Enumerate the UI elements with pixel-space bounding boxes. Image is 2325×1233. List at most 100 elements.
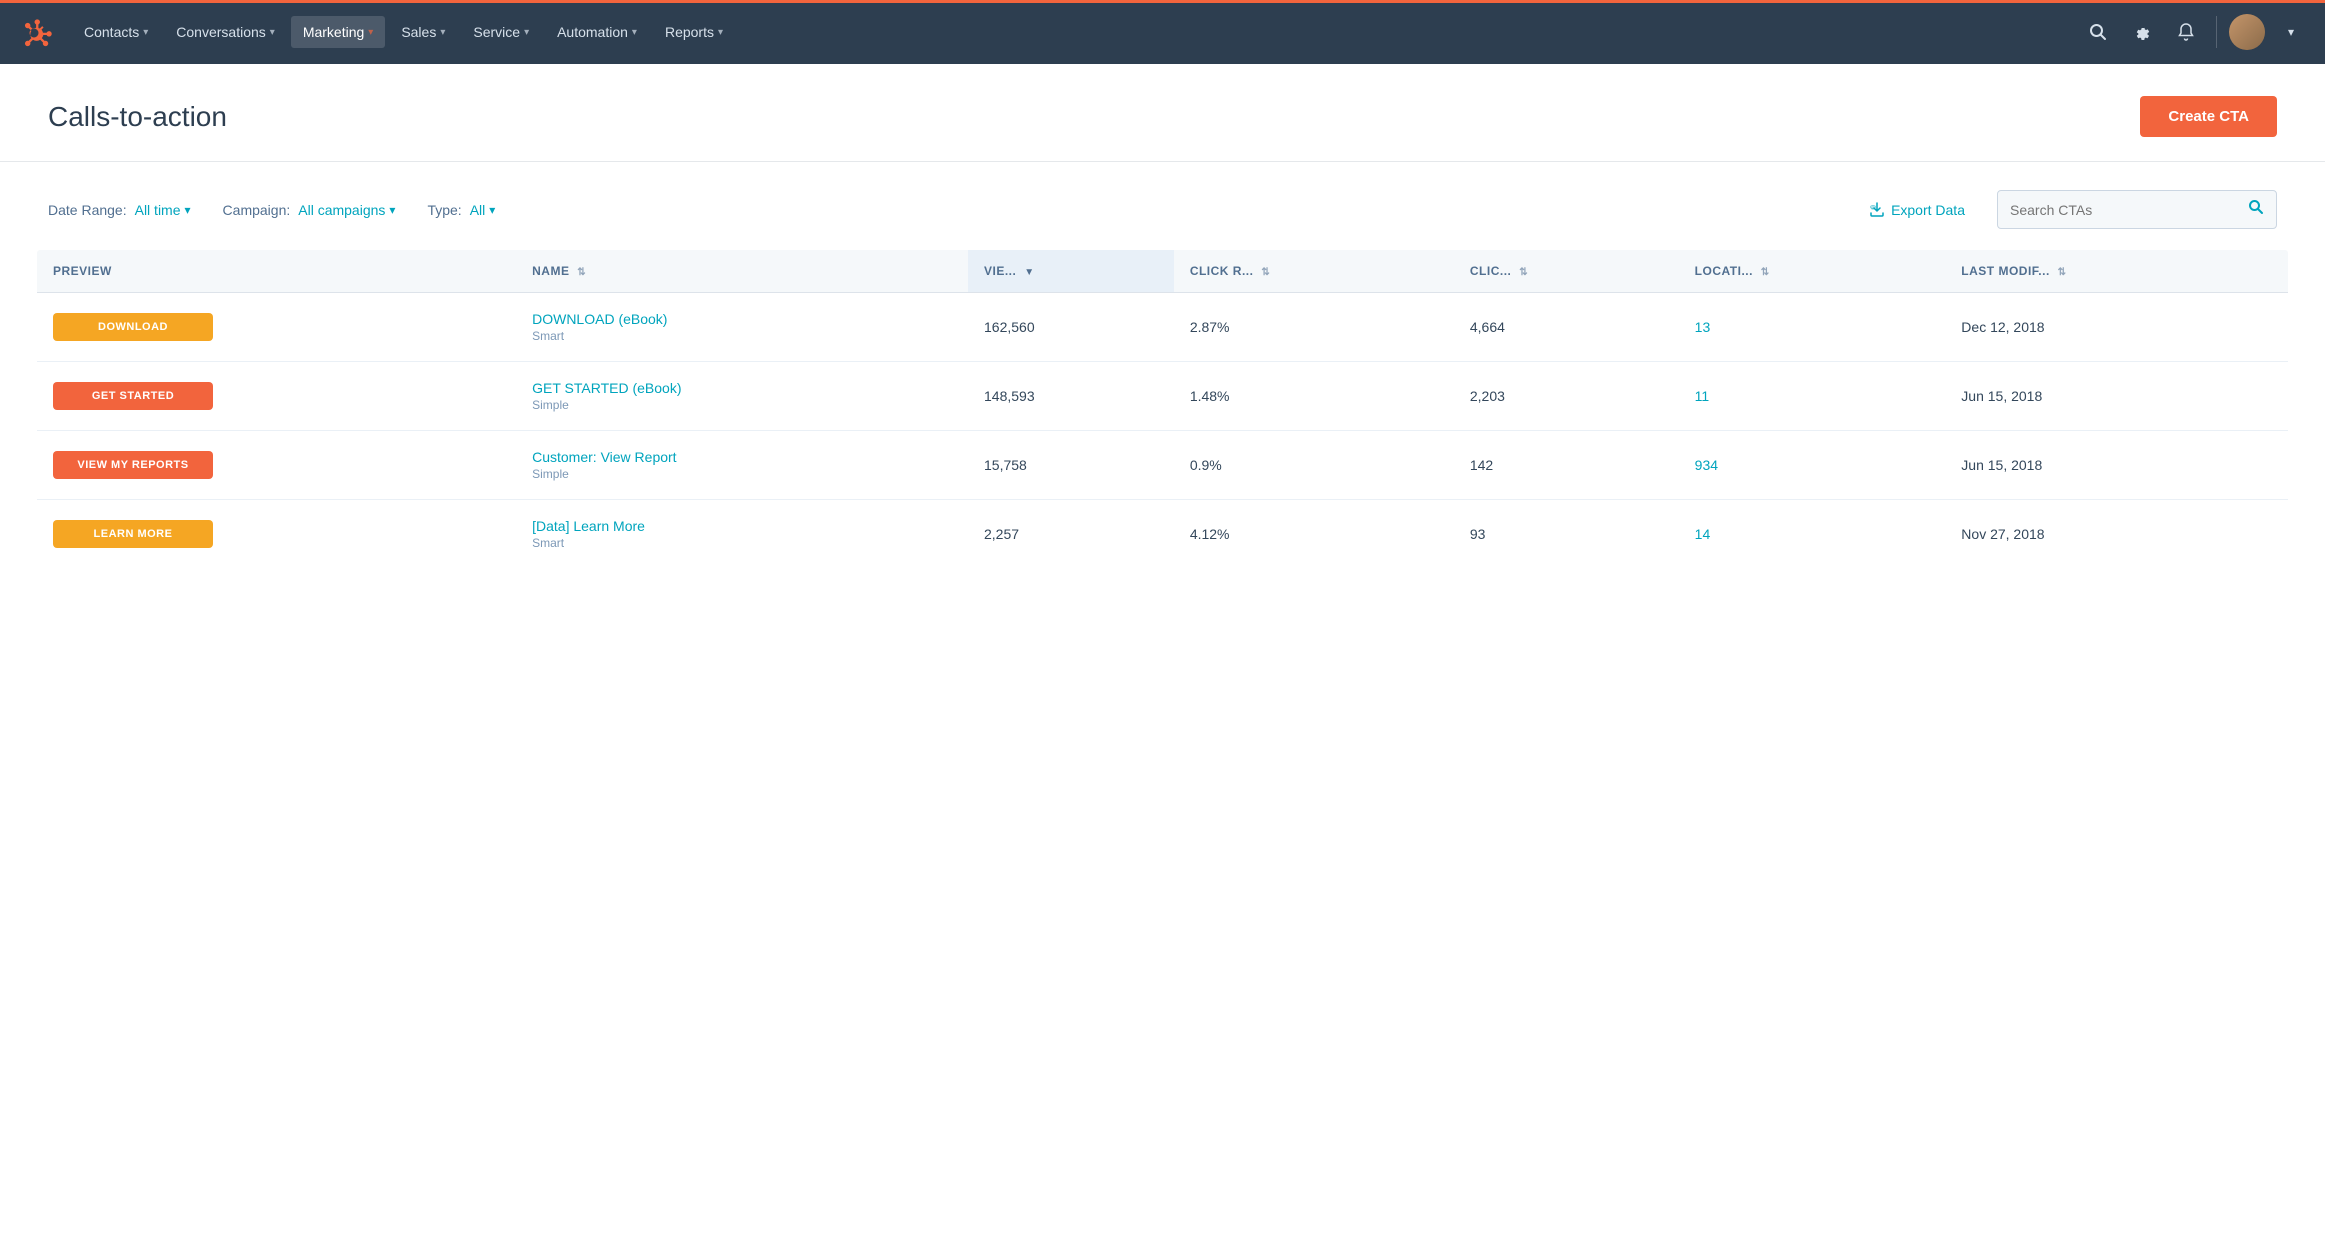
location-count[interactable]: 934	[1695, 457, 1718, 473]
table-row: DOWNLOAD DOWNLOAD (eBook) Smart 162,560 …	[37, 293, 2289, 362]
campaign-value: All campaigns	[298, 202, 385, 218]
avatar-image	[2229, 14, 2265, 50]
views-value: 148,593	[984, 388, 1035, 404]
nav-label-sales: Sales	[401, 24, 436, 40]
cta-name-link[interactable]: Customer: View Report	[532, 449, 952, 465]
col-click-rate[interactable]: CLICK R... ⇅	[1174, 250, 1454, 293]
notifications-button[interactable]	[2168, 14, 2204, 50]
chevron-down-icon: ▾	[524, 27, 529, 38]
col-last-modified[interactable]: LAST MODIF... ⇅	[1945, 250, 2288, 293]
clicks-value: 2,203	[1470, 388, 1505, 404]
cell-name: Customer: View Report Simple	[516, 431, 968, 500]
cta-type: Simple	[532, 467, 952, 481]
chevron-down-icon: ▾	[143, 27, 148, 38]
export-data-button[interactable]: Export Data	[1869, 202, 1965, 218]
search-icon[interactable]	[2248, 199, 2264, 220]
date-range-filter: Date Range: All time ▾	[48, 202, 191, 218]
export-label: Export Data	[1891, 202, 1965, 218]
type-label: Type:	[427, 202, 461, 218]
cell-clicks: 2,203	[1454, 362, 1679, 431]
cta-table: PREVIEW NAME ⇅ VIE... ▼ CLICK R... ⇅	[36, 249, 2289, 569]
table-row: LEARN MORE [Data] Learn More Smart 2,257…	[37, 500, 2289, 569]
cell-locations: 934	[1679, 431, 1946, 500]
chevron-down-icon: ▾	[368, 27, 373, 38]
page-container: Calls-to-action Create CTA Date Range: A…	[0, 64, 2325, 1233]
cell-click-rate: 2.87%	[1174, 293, 1454, 362]
campaign-filter: Campaign: All campaigns ▾	[223, 202, 396, 218]
search-container	[1997, 190, 2277, 229]
type-value: All	[470, 202, 486, 218]
chevron-down-icon: ▾	[389, 203, 395, 217]
last-modified-value: Nov 27, 2018	[1961, 526, 2044, 542]
search-button[interactable]	[2080, 14, 2116, 50]
preview-button[interactable]: GET STARTED	[53, 382, 213, 410]
cell-preview: DOWNLOAD	[37, 293, 517, 362]
cell-preview: GET STARTED	[37, 362, 517, 431]
chevron-down-icon: ▾	[440, 27, 445, 38]
col-name[interactable]: NAME ⇅	[516, 250, 968, 293]
date-range-label: Date Range:	[48, 202, 127, 218]
cta-type: Simple	[532, 398, 952, 412]
cell-views: 2,257	[968, 500, 1174, 569]
location-count[interactable]: 14	[1695, 526, 1711, 542]
views-value: 2,257	[984, 526, 1019, 542]
nav-label-automation: Automation	[557, 24, 628, 40]
table-container: PREVIEW NAME ⇅ VIE... ▼ CLICK R... ⇅	[0, 249, 2325, 601]
date-range-select[interactable]: All time ▾	[135, 202, 191, 218]
user-menu-chevron[interactable]: ▾	[2273, 14, 2309, 50]
nav-label-service: Service	[473, 24, 520, 40]
type-select[interactable]: All ▾	[470, 202, 496, 218]
col-views[interactable]: VIE... ▼	[968, 250, 1174, 293]
cell-clicks: 93	[1454, 500, 1679, 569]
table-header: PREVIEW NAME ⇅ VIE... ▼ CLICK R... ⇅	[37, 250, 2289, 293]
sort-icon: ⇅	[577, 267, 586, 278]
nav-item-conversations[interactable]: Conversations ▾	[164, 16, 287, 48]
nav-item-marketing[interactable]: Marketing ▾	[291, 16, 386, 48]
col-preview: PREVIEW	[37, 250, 517, 293]
chevron-down-icon: ▾	[489, 203, 495, 217]
nav-label-marketing: Marketing	[303, 24, 364, 40]
cta-type: Smart	[532, 536, 952, 550]
nav-item-contacts[interactable]: Contacts ▾	[72, 16, 160, 48]
settings-button[interactable]	[2124, 14, 2160, 50]
nav-item-sales[interactable]: Sales ▾	[389, 16, 457, 48]
click-rate-value: 1.48%	[1190, 388, 1230, 404]
type-filter: Type: All ▾	[427, 202, 495, 218]
cell-last-modified: Dec 12, 2018	[1945, 293, 2288, 362]
col-locations[interactable]: LOCATI... ⇅	[1679, 250, 1946, 293]
col-clicks[interactable]: CLIC... ⇅	[1454, 250, 1679, 293]
date-range-value: All time	[135, 202, 181, 218]
user-avatar[interactable]	[2229, 14, 2265, 50]
cell-locations: 13	[1679, 293, 1946, 362]
chevron-down-icon: ▾	[632, 27, 637, 38]
location-count[interactable]: 11	[1695, 388, 1710, 404]
cell-locations: 11	[1679, 362, 1946, 431]
last-modified-value: Dec 12, 2018	[1961, 319, 2044, 335]
cell-click-rate: 4.12%	[1174, 500, 1454, 569]
cta-name-link[interactable]: GET STARTED (eBook)	[532, 380, 952, 396]
cta-name-link[interactable]: [Data] Learn More	[532, 518, 952, 534]
sort-icon: ⇅	[2058, 267, 2067, 278]
campaign-select[interactable]: All campaigns ▾	[298, 202, 395, 218]
cta-name-link[interactable]: DOWNLOAD (eBook)	[532, 311, 952, 327]
navbar: Contacts ▾ Conversations ▾ Marketing ▾ S…	[0, 0, 2325, 64]
hubspot-logo[interactable]	[16, 14, 52, 50]
cell-last-modified: Jun 15, 2018	[1945, 431, 2288, 500]
sort-icon: ⇅	[1261, 267, 1270, 278]
search-input[interactable]	[2010, 202, 2240, 218]
chevron-down-icon: ▾	[270, 27, 275, 38]
cell-last-modified: Nov 27, 2018	[1945, 500, 2288, 569]
nav-item-service[interactable]: Service ▾	[461, 16, 541, 48]
nav-items: Contacts ▾ Conversations ▾ Marketing ▾ S…	[72, 16, 2080, 48]
chevron-down-icon: ▾	[185, 203, 191, 217]
create-cta-button[interactable]: Create CTA	[2140, 96, 2277, 137]
header-row: PREVIEW NAME ⇅ VIE... ▼ CLICK R... ⇅	[37, 250, 2289, 293]
preview-button[interactable]: VIEW MY REPORTS	[53, 451, 213, 479]
preview-button[interactable]: DOWNLOAD	[53, 313, 213, 341]
preview-button[interactable]: LEARN MORE	[53, 520, 213, 548]
nav-item-reports[interactable]: Reports ▾	[653, 16, 735, 48]
location-count[interactable]: 13	[1695, 319, 1711, 335]
nav-divider	[2216, 16, 2217, 48]
cta-type: Smart	[532, 329, 952, 343]
nav-item-automation[interactable]: Automation ▾	[545, 16, 649, 48]
